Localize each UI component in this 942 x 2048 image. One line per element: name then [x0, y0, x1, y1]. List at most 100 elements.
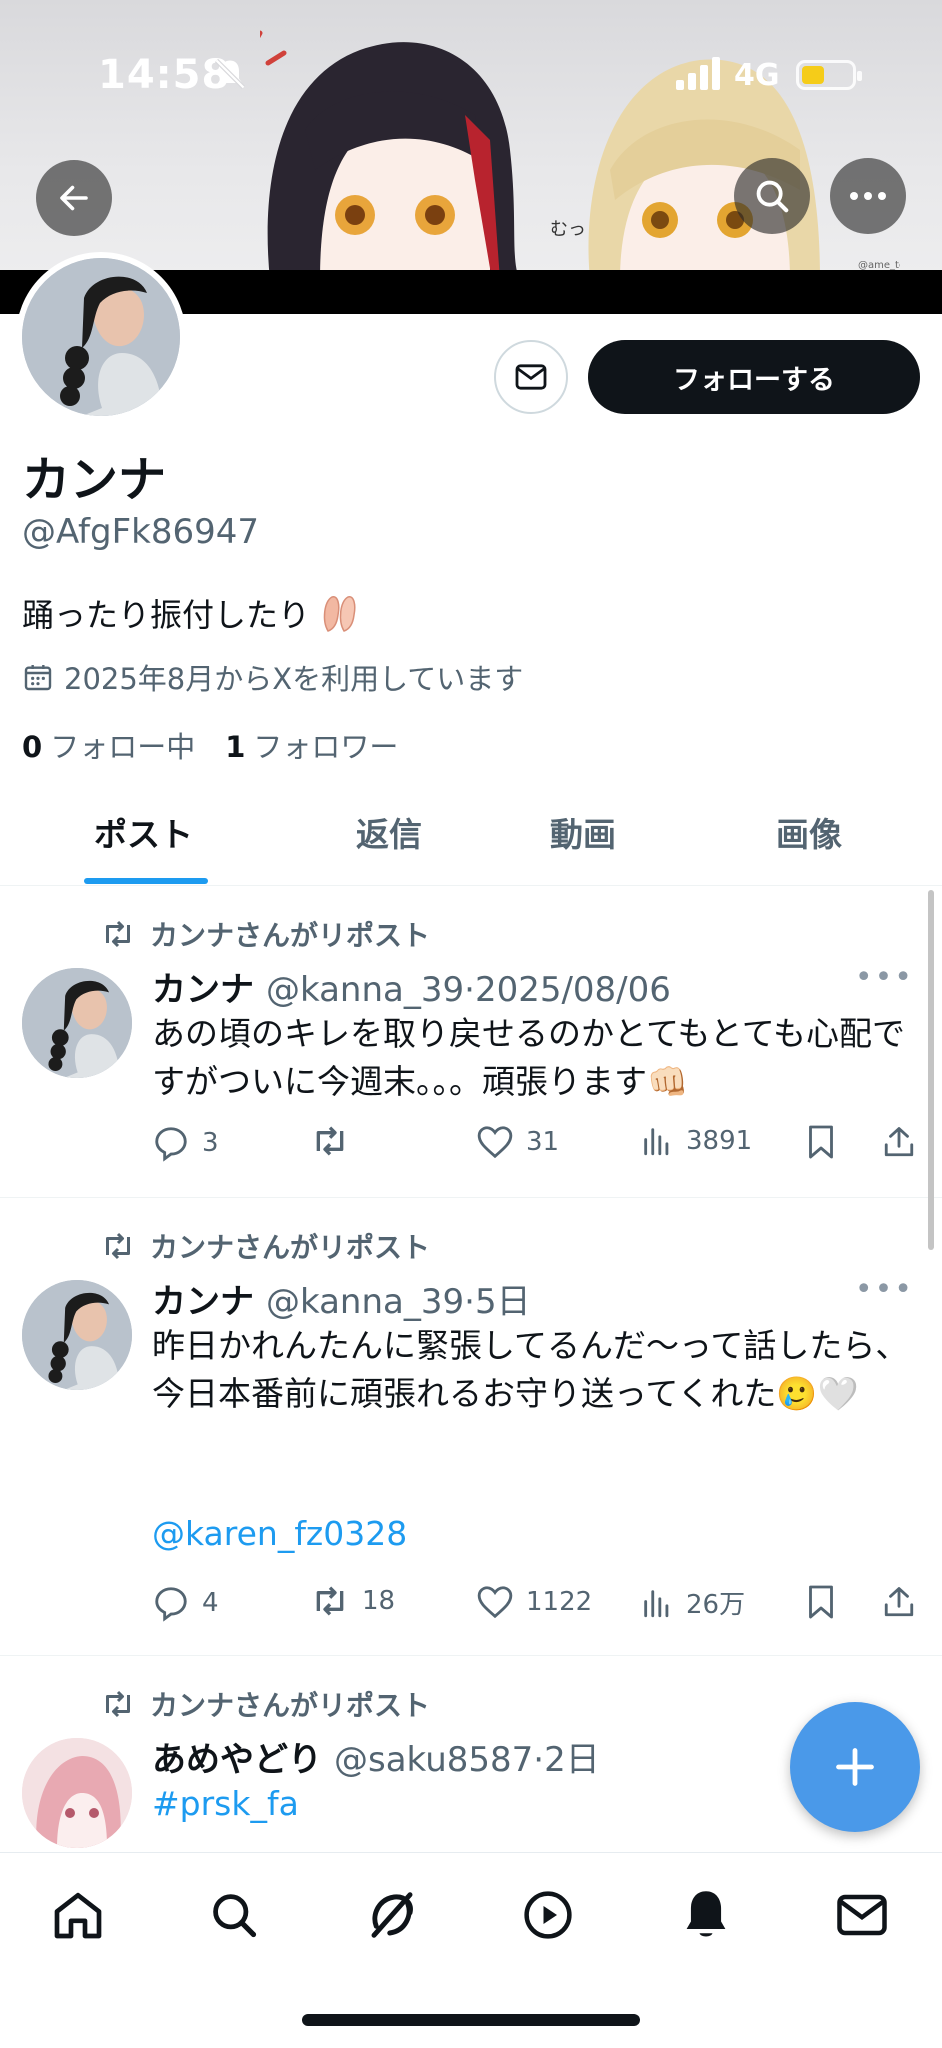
nav-messages[interactable]: [832, 1885, 892, 1945]
post-mention-link[interactable]: @karen_fz0328: [152, 1510, 912, 1558]
like-button[interactable]: 31: [476, 1124, 559, 1160]
nav-home[interactable]: [48, 1885, 108, 1945]
plus-icon: [836, 1748, 874, 1786]
nav-search[interactable]: [204, 1885, 264, 1945]
post-author-handle[interactable]: @kanna_39: [266, 970, 464, 1010]
network-type: 4G: [734, 58, 780, 93]
bell-off-icon: [214, 58, 246, 90]
meta-separator: ·: [464, 970, 475, 1010]
share-icon: [884, 1127, 914, 1157]
follow-button[interactable]: フォローする: [588, 340, 920, 414]
video-icon: [524, 1891, 572, 1939]
bookmark-button[interactable]: [806, 1124, 836, 1160]
share-icon: [884, 1587, 914, 1617]
avatar-image: [22, 1280, 132, 1390]
views-button[interactable]: 26万: [640, 1584, 745, 1621]
bookmark-button[interactable]: [806, 1584, 836, 1620]
search-icon: [213, 1894, 257, 1938]
post-text: あの頃のキレを取り戻せるのかとてもとても心配ですがついに今週末。。。頑張ります👊…: [152, 1014, 906, 1101]
mail-icon: [515, 364, 547, 390]
reply-button[interactable]: 4: [152, 1584, 219, 1622]
search-icon: [756, 180, 789, 213]
share-button[interactable]: [882, 1584, 916, 1620]
repost-indicator: カンナさんがリポスト: [100, 914, 430, 954]
reply-icon: [155, 1127, 187, 1162]
avatar-image: [22, 968, 132, 1078]
repost-icon: [316, 1126, 344, 1156]
grok-icon: [371, 1892, 413, 1938]
profile-name: カンナ: [22, 452, 167, 508]
post-author-handle[interactable]: @kanna_39: [266, 1282, 464, 1322]
post-more-icon[interactable]: •••: [855, 960, 914, 995]
profile-handle: @AfgFk86947: [22, 512, 260, 552]
post-author-handle[interactable]: @saku8587: [334, 1740, 533, 1780]
post-meta: @kanna_39·2025/08/06: [266, 970, 671, 1010]
nav-video[interactable]: [518, 1885, 578, 1945]
ballet-shoes-icon: [323, 596, 356, 632]
post-more-icon[interactable]: •••: [855, 1272, 914, 1307]
post-header: カンナ @kanna_39·2025/08/06: [152, 962, 671, 1011]
bookmark-icon: [809, 1585, 833, 1619]
repost-label: カンナさんがリポスト: [150, 919, 431, 952]
post-author-name[interactable]: カンナ: [152, 1274, 254, 1323]
nav-grok[interactable]: [362, 1885, 422, 1945]
scrollbar[interactable]: [928, 890, 934, 1250]
post-avatar[interactable]: [22, 968, 132, 1078]
repost-label: カンナさんがリポスト: [150, 1689, 431, 1722]
joined-date: 2025年8月からXを利用しています: [22, 656, 523, 698]
banner-sfx: むっ: [550, 219, 586, 240]
back-button[interactable]: [36, 160, 112, 236]
tab-replies[interactable]: 返信: [356, 808, 422, 856]
reply-button[interactable]: 3: [152, 1124, 219, 1162]
follow-stats: 0 フォロー中 1 フォロワー: [22, 724, 398, 766]
search-button[interactable]: [734, 158, 810, 234]
post-avatar[interactable]: [22, 1738, 132, 1848]
views-icon: [644, 1589, 669, 1617]
more-button[interactable]: [830, 158, 906, 234]
post-item[interactable]: カンナさんがリポスト カンナ @kanna_39·2025/08/06 ••• …: [0, 886, 942, 1198]
post-avatar[interactable]: [22, 1280, 132, 1390]
active-tab-indicator: [84, 878, 208, 884]
following-label: フォロー中: [50, 730, 196, 764]
post-time[interactable]: 5日: [475, 1282, 531, 1322]
tab-videos[interactable]: 動画: [550, 808, 616, 856]
reply-count: 3: [202, 1128, 219, 1158]
followers-link[interactable]: 1 フォロワー: [225, 724, 398, 766]
meta-separator: ·: [533, 1740, 545, 1780]
back-arrow-icon: [60, 185, 88, 211]
post-item[interactable]: カンナさんがリポスト カンナ @kanna_39·5日 ••• 昨日かれんたんに…: [0, 1198, 942, 1656]
compose-button[interactable]: [790, 1702, 920, 1832]
like-count: 1122: [526, 1587, 593, 1617]
like-count: 31: [526, 1127, 560, 1157]
repost-icon: [106, 1232, 130, 1260]
nav-notifications[interactable]: [676, 1885, 736, 1945]
messages-icon: [837, 1894, 887, 1936]
like-button[interactable]: 1122: [476, 1584, 592, 1620]
profile-avatar[interactable]: [16, 252, 186, 422]
views-button[interactable]: 3891: [640, 1124, 752, 1158]
views-count: 26万: [686, 1590, 746, 1620]
profile-tabs: ポスト 返信 動画 画像: [0, 790, 942, 886]
battery-icon: [796, 60, 862, 90]
tab-images[interactable]: 画像: [776, 808, 842, 856]
tab-posts[interactable]: ポスト: [94, 808, 193, 856]
share-button[interactable]: [882, 1124, 916, 1160]
post-author-name[interactable]: あめやどり: [152, 1732, 322, 1781]
post-time[interactable]: 2025/08/06: [475, 970, 671, 1010]
joined-text: 2025年8月からXを利用しています: [64, 662, 524, 696]
post-actions: 4 18 1122 26万: [152, 1584, 922, 1628]
post-actions: 3 31 3891: [152, 1124, 922, 1168]
following-count: 0: [22, 730, 43, 764]
repost-label: カンナさんがリポスト: [150, 1231, 431, 1264]
post-author-name[interactable]: カンナ: [152, 962, 254, 1011]
message-button[interactable]: [494, 340, 568, 414]
repost-button[interactable]: 18: [310, 1584, 395, 1618]
home-indicator[interactable]: [302, 2014, 640, 2026]
post-meta: @kanna_39·5日: [266, 1274, 531, 1323]
following-link[interactable]: 0 フォロー中: [22, 724, 195, 766]
reply-icon: [155, 1587, 187, 1622]
post-time[interactable]: 2日: [544, 1740, 600, 1780]
repost-button[interactable]: [310, 1124, 362, 1158]
followers-count: 1: [225, 730, 246, 764]
post-header: カンナ @kanna_39·5日: [152, 1274, 531, 1323]
